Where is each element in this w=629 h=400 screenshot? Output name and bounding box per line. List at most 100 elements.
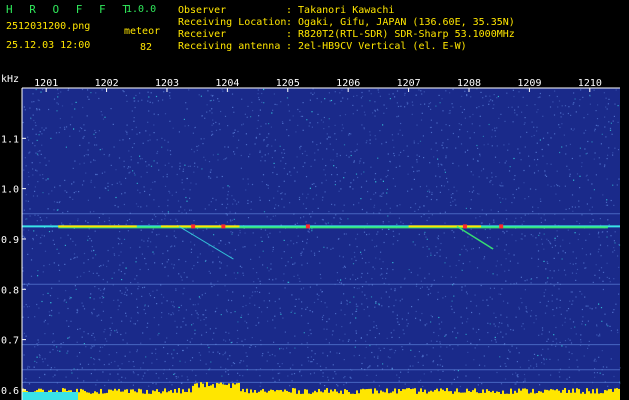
- noise-dot: [107, 260, 109, 262]
- noise-dot: [191, 148, 193, 150]
- noise-dot: [95, 174, 97, 176]
- noise-dot: [339, 222, 341, 224]
- noise-dot: [520, 276, 522, 278]
- noise-dot: [476, 267, 479, 269]
- power-bar-segment: [106, 392, 108, 400]
- noise-dot: [155, 383, 157, 385]
- noise-dot: [185, 324, 187, 326]
- noise-dot: [561, 105, 563, 107]
- noise-dot: [564, 317, 566, 319]
- noise-dot: [585, 267, 587, 269]
- noise-dot: [338, 352, 341, 354]
- power-bar-segment: [522, 388, 524, 400]
- noise-dot: [162, 373, 165, 375]
- noise-dot: [323, 246, 325, 248]
- noise-dot: [464, 90, 466, 92]
- noise-dot: [355, 340, 357, 342]
- noise-dot: [459, 254, 461, 256]
- noise-dot: [564, 252, 566, 254]
- noise-dot: [125, 177, 127, 179]
- noise-dot: [514, 175, 516, 177]
- noise-dot: [486, 299, 488, 301]
- noise-dot: [208, 346, 210, 349]
- noise-dot: [102, 310, 104, 312]
- noise-dot: [606, 323, 608, 325]
- noise-dot: [178, 273, 180, 275]
- noise-dot: [215, 327, 217, 329]
- noise-dot: [83, 180, 85, 182]
- noise-dot: [400, 221, 402, 223]
- noise-dot: [133, 143, 135, 145]
- meteor-label: meteor: [124, 26, 161, 37]
- noise-dot: [454, 327, 456, 329]
- noise-dot: [300, 115, 302, 117]
- noise-dot: [473, 190, 475, 192]
- noise-dot: [342, 267, 344, 269]
- noise-dot: [428, 248, 430, 250]
- noise-dot: [158, 332, 160, 335]
- noise-dot: [259, 150, 261, 152]
- noise-dot: [546, 163, 548, 165]
- noise-dot: [438, 316, 440, 319]
- noise-dot: [204, 159, 207, 161]
- power-bar-segment: [282, 391, 284, 400]
- noise-dot: [547, 144, 549, 146]
- noise-dot: [554, 224, 556, 226]
- noise-dot: [477, 147, 479, 149]
- noise-dot: [224, 352, 226, 355]
- noise-dot: [536, 130, 538, 132]
- noise-dot: [245, 304, 247, 307]
- noise-dot: [178, 210, 180, 212]
- noise-dot: [279, 348, 281, 350]
- noise-dot: [57, 89, 59, 91]
- noise-dot: [374, 268, 376, 270]
- noise-dot: [446, 147, 448, 149]
- noise-dot: [441, 129, 443, 131]
- noise-dot: [300, 145, 302, 147]
- noise-dot: [603, 166, 606, 168]
- noise-dot: [53, 209, 55, 211]
- noise-dot: [319, 273, 321, 276]
- noise-dot: [326, 247, 328, 249]
- noise-dot: [435, 175, 437, 177]
- noise-dot: [256, 272, 258, 274]
- noise-dot: [433, 156, 435, 158]
- noise-dot: [489, 223, 491, 225]
- noise-dot: [149, 295, 152, 297]
- noise-dot: [453, 231, 455, 233]
- noise-dot: [72, 240, 74, 242]
- noise-dot: [259, 133, 261, 135]
- noise-dot: [36, 108, 38, 110]
- noise-dot: [361, 291, 363, 293]
- noise-dot: [212, 154, 214, 156]
- noise-dot: [244, 113, 246, 115]
- power-bar-segment: [228, 383, 230, 400]
- power-bar-segment: [546, 389, 548, 400]
- noise-dot: [607, 103, 609, 105]
- noise-dot: [258, 115, 260, 117]
- noise-dot: [92, 272, 94, 274]
- power-bar-segment: [116, 390, 118, 400]
- noise-dot: [382, 180, 384, 182]
- power-bar-segment: [542, 392, 544, 400]
- noise-dot: [572, 129, 574, 131]
- noise-dot: [125, 223, 127, 225]
- noise-dot: [585, 153, 587, 155]
- noise-dot: [361, 124, 363, 126]
- noise-dot: [35, 169, 37, 171]
- noise-dot: [97, 222, 99, 224]
- noise-dot: [613, 375, 615, 378]
- noise-dot: [578, 105, 581, 107]
- noise-dot: [340, 100, 342, 102]
- noise-dot: [227, 191, 229, 193]
- noise-dot: [398, 380, 400, 382]
- noise-dot: [323, 116, 325, 119]
- noise-dot: [531, 121, 533, 123]
- noise-dot: [512, 373, 514, 375]
- noise-dot: [126, 220, 128, 222]
- noise-dot: [204, 208, 206, 210]
- power-bar-segment: [288, 391, 290, 400]
- noise-dot: [76, 276, 78, 278]
- noise-dot: [421, 93, 423, 95]
- noise-dot: [238, 139, 240, 141]
